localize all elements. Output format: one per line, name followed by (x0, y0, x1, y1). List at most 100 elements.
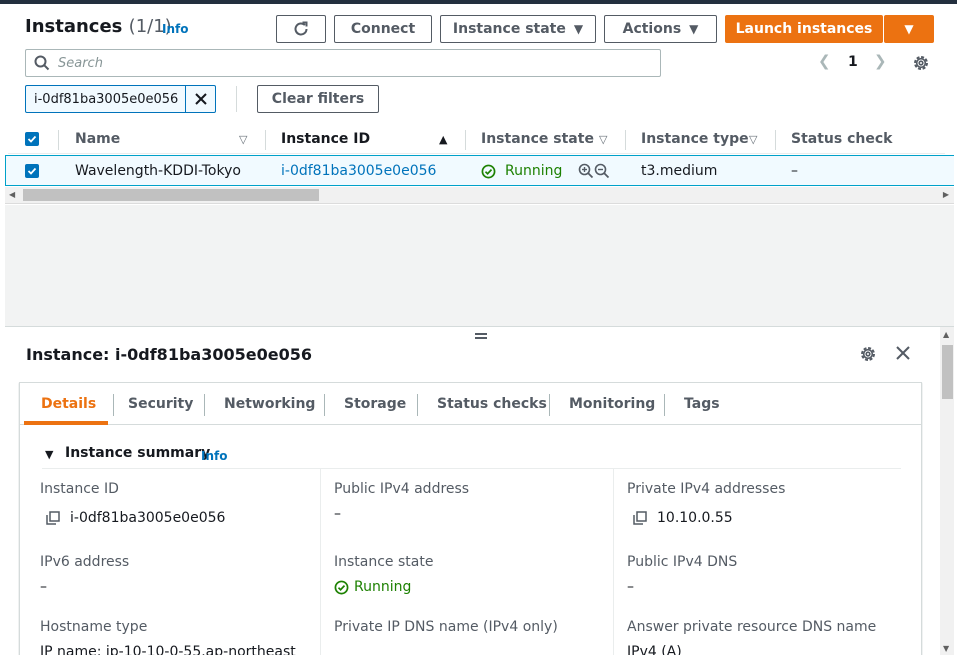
close-icon[interactable] (895, 345, 911, 361)
filter-token: i-0df81ba3005e0e056 (25, 85, 216, 113)
empty-table-area (5, 205, 954, 326)
clear-filters-label: Clear filters (271, 91, 365, 107)
gear-icon[interactable] (912, 54, 930, 72)
vertical-scrollbar[interactable]: ▲ ▼ (940, 327, 954, 655)
connect-button[interactable]: Connect (334, 15, 432, 43)
resize-handle[interactable] (475, 333, 487, 339)
sort-icon[interactable]: ▽ (239, 133, 247, 146)
remove-filter-button[interactable] (185, 86, 216, 112)
caret-down-icon: ▼ (689, 22, 699, 36)
column-divider (625, 130, 626, 150)
copy-icon[interactable] (46, 511, 60, 525)
field-value-public-dns: – (627, 579, 634, 595)
column-divider (58, 130, 59, 150)
details-card: Details Security Networking Storage Stat… (19, 382, 922, 655)
chevron-left-icon[interactable]: ❮ (818, 52, 831, 70)
column-divider (775, 130, 776, 150)
refresh-icon (294, 21, 308, 36)
launch-label: Launch instances (735, 21, 873, 37)
tab-security[interactable]: Security (128, 396, 193, 412)
column-divider (465, 130, 466, 150)
tab-divider (549, 394, 550, 416)
field-value-ipv6: – (40, 579, 47, 595)
actions-dropdown[interactable]: Actions ▼ (604, 15, 717, 43)
tab-divider (113, 394, 114, 416)
clear-filters-button[interactable]: Clear filters (257, 85, 379, 113)
chevron-right-icon[interactable]: ❯ (874, 52, 887, 70)
column-header-status-check[interactable]: Status check (791, 131, 892, 147)
close-icon (195, 93, 207, 105)
column-header-instance-id[interactable]: Instance ID (281, 131, 370, 147)
launch-instances-button[interactable]: Launch instances (725, 15, 883, 43)
field-label-public-dns: Public IPv4 DNS (627, 554, 738, 570)
instance-name: Wavelength-KDDI-Tokyo (75, 163, 241, 179)
scroll-down-icon[interactable]: ▼ (943, 644, 949, 653)
tab-tags[interactable]: Tags (684, 396, 720, 412)
field-value-hostname-type: IP name: ip-10-10-0-55.ap-northeast (40, 644, 296, 655)
info-link[interactable]: Info (162, 22, 188, 36)
field-label-ipv6: IPv6 address (40, 554, 130, 570)
tab-divider (324, 394, 325, 416)
select-all-checkbox[interactable] (25, 132, 39, 146)
panel-title: Instance: i-0df81ba3005e0e056 (26, 345, 312, 364)
field-label-instance-id: Instance ID (40, 481, 119, 497)
scroll-right-icon[interactable]: ▶ (943, 190, 949, 199)
check-circle-icon (481, 164, 496, 179)
instance-state-value: Running (505, 163, 563, 179)
search-box[interactable] (25, 49, 661, 77)
tab-divider (664, 394, 665, 416)
column-divider (320, 468, 321, 655)
divider (42, 468, 901, 469)
check-icon (27, 135, 37, 143)
sort-icon[interactable]: ▽ (599, 133, 607, 146)
tab-storage[interactable]: Storage (344, 396, 406, 412)
page-number[interactable]: 1 (848, 54, 858, 70)
check-icon (27, 167, 37, 175)
launch-options-dropdown[interactable]: ▼ (884, 15, 934, 43)
instance-state-dropdown[interactable]: Instance state ▼ (440, 15, 596, 43)
search-input[interactable] (58, 53, 648, 73)
top-strip (0, 0, 957, 4)
sort-ascending-icon[interactable]: ▲ (439, 133, 447, 146)
scrollbar-thumb[interactable] (23, 189, 319, 201)
refresh-button[interactable] (276, 15, 326, 43)
column-divider (265, 130, 266, 150)
scroll-up-icon[interactable]: ▲ (943, 330, 949, 339)
column-header-instance-type[interactable]: Instance type (641, 131, 749, 147)
field-value-answer-dns: IPv4 (A) (627, 644, 682, 655)
instance-id-link[interactable]: i-0df81ba3005e0e056 (281, 163, 436, 179)
page-title-text: Instances (25, 16, 123, 37)
row-checkbox[interactable] (25, 164, 39, 178)
scrollbar-thumb[interactable] (942, 345, 953, 399)
column-header-instance-state[interactable]: Instance state (481, 131, 594, 147)
field-label-answer-dns: Answer private resource DNS name (627, 619, 877, 635)
table-row[interactable]: Wavelength-KDDI-Tokyo i-0df81ba3005e0e05… (5, 155, 954, 186)
tab-monitoring[interactable]: Monitoring (569, 396, 655, 412)
info-link[interactable]: Info (201, 449, 227, 463)
caret-down-icon[interactable]: ▼ (45, 448, 53, 461)
tab-bar: Details Security Networking Storage Stat… (20, 383, 921, 425)
zoom-in-icon[interactable] (578, 163, 594, 179)
field-label-private-ipv4: Private IPv4 addresses (627, 481, 786, 497)
zoom-out-icon[interactable] (594, 163, 610, 179)
instance-detail-panel: Instance: i-0df81ba3005e0e056 Details Se… (5, 326, 954, 655)
page-title: Instances (1/1) (25, 16, 172, 37)
field-value-public-ipv4: – (334, 506, 341, 522)
copy-icon[interactable] (633, 511, 647, 525)
scroll-left-icon[interactable]: ◀ (9, 190, 15, 199)
table-header: Name ▽ Instance ID ▲ Instance state ▽ In… (8, 124, 945, 154)
field-label-instance-state: Instance state (334, 554, 434, 570)
tab-details[interactable]: Details (41, 396, 96, 412)
sort-icon[interactable]: ▽ (749, 133, 757, 146)
column-header-name[interactable]: Name (75, 131, 120, 147)
field-value-instance-state: Running (354, 579, 412, 595)
tab-divider (204, 394, 205, 416)
tab-divider (417, 394, 418, 416)
divider (236, 86, 237, 112)
tab-status-checks[interactable]: Status checks (437, 396, 547, 412)
section-title[interactable]: Instance summary (65, 445, 210, 461)
tab-networking[interactable]: Networking (224, 396, 315, 412)
horizontal-scrollbar[interactable]: ◀ ▶ (5, 187, 954, 204)
field-value-instance-id: i-0df81ba3005e0e056 (70, 510, 226, 526)
gear-icon[interactable] (859, 345, 877, 363)
